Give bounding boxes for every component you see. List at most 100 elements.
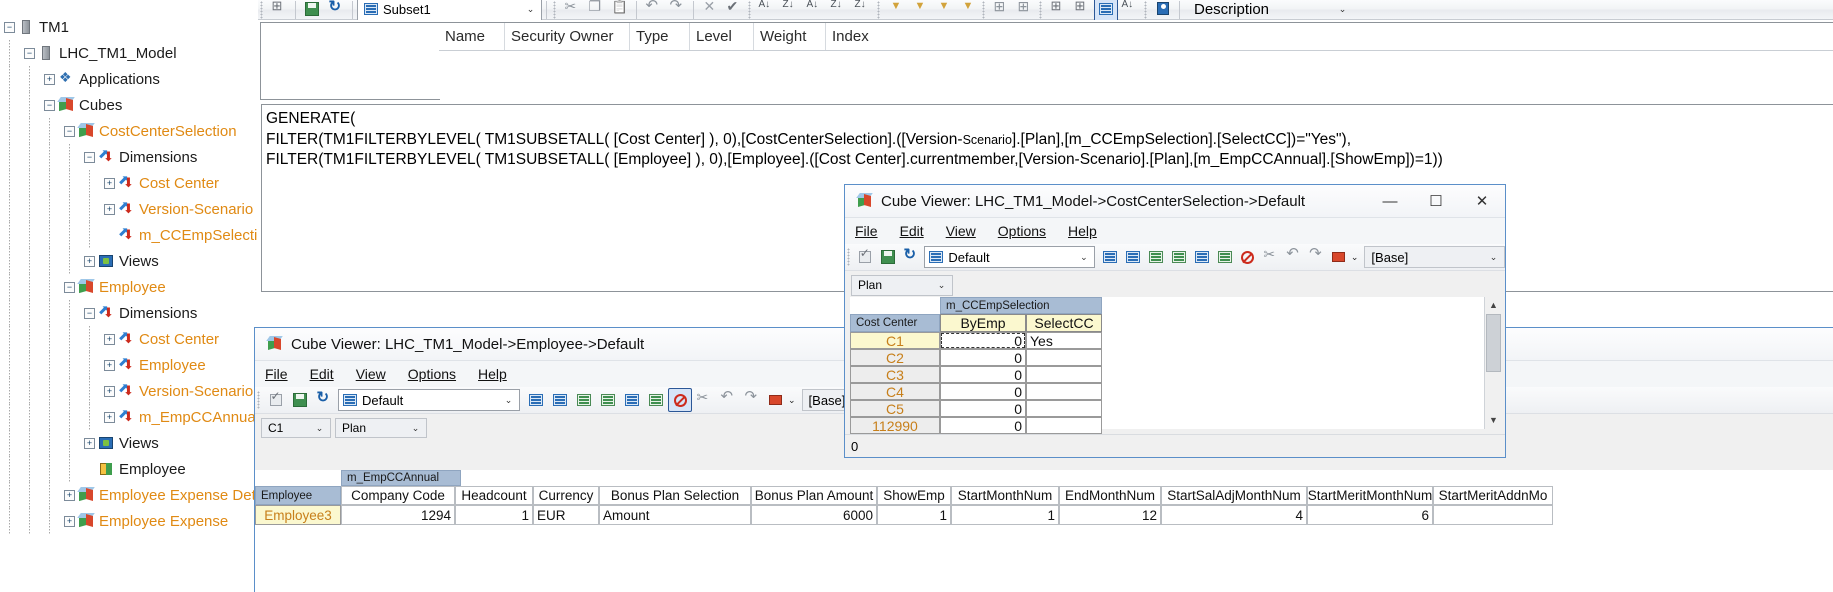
cube-viewer-costcenterselection-window[interactable]: Cube Viewer: LHC_TM1_Model->CostCenterSe… [845,185,1506,457]
grid-cell-byemp[interactable]: 0 [940,383,1026,400]
grid-column-header-bonus-plan-amount[interactable]: Bonus Plan Amount [751,486,877,505]
grid-cell[interactable]: 1 [951,505,1059,525]
redo-icon[interactable] [1305,245,1328,269]
grid-dimension-header[interactable]: m_EmpCCAnnual [341,470,461,486]
cube-viewer-cc-grid[interactable]: m_CCEmpSelection Cost Center ByEmp SelectCC… [850,297,1502,434]
grid-cell-byemp[interactable]: 0 [940,417,1026,434]
grid-row-header[interactable]: C5 [850,400,940,417]
cube-viewer-cc-context-bar[interactable]: Plan ⌄ [845,271,1505,299]
chevron-down-icon[interactable]: ⌄ [1351,252,1359,263]
chevron-down-icon[interactable]: ⌄ [1075,252,1092,263]
description-combo[interactable]: Description ⌄ [1188,0,1353,21]
menu-options[interactable]: Options [408,366,456,382]
dimension-browser-icon[interactable] [1099,245,1122,269]
grid-column-header-startmeritmonthnum[interactable]: StartMeritMonthNum [1307,486,1433,505]
security-icon[interactable] [1151,0,1175,22]
minimize-button[interactable]: — [1367,186,1413,217]
collapse-icon[interactable]: − [84,151,95,163]
chart-icon[interactable] [1328,245,1351,269]
view-name-combo[interactable]: Default ⌄ [338,389,520,411]
expand-icon[interactable]: + [64,515,75,527]
redo-icon[interactable] [740,388,764,412]
grid-cell[interactable]: 4 [1161,505,1307,525]
save-icon[interactable] [288,388,312,412]
recalculate-grid-icon[interactable] [1214,245,1237,269]
collapse-icon[interactable]: − [64,281,75,293]
view-name-combo[interactable]: Default ⌄ [924,246,1096,268]
context-version-combo[interactable]: Plan ⌄ [335,418,427,438]
grid-cell[interactable]: Amount [599,505,751,525]
expand-icon[interactable]: + [104,333,115,345]
subset-editor-icon[interactable] [1122,245,1145,269]
tree-item-cubes[interactable]: − Cubes [0,92,258,118]
confirm-icon[interactable] [722,0,746,22]
recalculate-icon[interactable] [264,388,288,412]
drill-icon[interactable] [692,388,716,412]
grid-column-header-selectcc[interactable]: SelectCC [1026,314,1102,332]
chart-icon[interactable] [764,388,788,412]
undo-icon[interactable] [1282,245,1305,269]
menu-file[interactable]: File [855,223,878,239]
column-header-index[interactable]: Index [826,23,896,50]
grid-row-header[interactable]: C2 [850,349,940,366]
tree-item-employee-expense-detail[interactable]: + Employee Expense Detail [0,482,258,508]
suppress-zeros-icon[interactable] [1237,245,1260,269]
refresh-icon[interactable] [324,0,348,22]
grid-cell-selectcc[interactable] [1026,366,1102,383]
menu-options[interactable]: Options [998,223,1046,239]
grid-column-header-bonus-plan-selection[interactable]: Bonus Plan Selection [599,486,751,505]
tree-item-employee[interactable]: − Employee [0,274,258,300]
grid-cell[interactable]: 6 [1307,505,1433,525]
chevron-down-icon[interactable]: ⌄ [1334,4,1351,15]
cube-viewer-employee-grid[interactable]: m_EmpCCAnnual Employee Company Code Headcou… [255,470,1833,592]
mdx-expression-text[interactable]: GENERATE( FILTER(TM1FILTERBYLEVEL( TM1SU… [262,105,1833,171]
recalculate-grid-icon[interactable] [644,388,668,412]
grid-row-header[interactable]: C1 [850,332,940,349]
tree-item-cost-center[interactable]: + Cost Center [0,326,258,352]
mdx-editor-icon[interactable] [1094,0,1118,22]
chevron-down-icon[interactable]: ⌄ [1485,252,1502,263]
expand-icon[interactable]: + [44,73,55,85]
copy-icon[interactable] [584,0,608,22]
tree-item-views[interactable]: + Views [0,248,258,274]
grid-row-header[interactable]: C3 [850,366,940,383]
tree-item-employee[interactable]: Employee [0,456,258,482]
scrollbar-thumb[interactable] [1486,314,1501,372]
undo-icon[interactable] [641,0,665,22]
drill-icon[interactable] [1259,245,1282,269]
filter-by-expression-icon[interactable] [932,0,956,22]
grid-cell-byemp[interactable]: 0 [940,400,1026,417]
tree-item-tm1[interactable]: − TM1 [0,14,258,40]
export-excel-icon[interactable] [572,388,596,412]
tree-item-m-empccannual[interactable]: + m_EmpCCAnnual [0,404,258,430]
object-tree[interactable]: −TM1−LHC_TM1_Model+Applications−Cubes−Co… [0,14,258,592]
subset-editor-icon[interactable] [548,388,572,412]
tree-item-version-scenario[interactable]: + Version-Scenario [0,378,258,404]
tree-item-m-ccempselection[interactable]: m_CCEmpSelection [0,222,258,248]
grid-cell[interactable]: EUR [533,505,599,525]
grid-cell[interactable]: 1 [877,505,951,525]
snapshot-icon[interactable] [1191,245,1214,269]
maximize-button[interactable]: ☐ [1413,186,1459,217]
chevron-down-icon[interactable]: ⌄ [311,423,328,434]
tree-item-applications[interactable]: + Applications [0,66,258,92]
close-button[interactable]: ✕ [1459,186,1505,217]
delete-icon[interactable] [698,0,722,22]
grid-cell[interactable]: 1 [455,505,533,525]
grid-column-header-endmonthnum[interactable]: EndMonthNum [1059,486,1161,505]
menu-help[interactable]: Help [1068,223,1097,239]
tree-item-version-scenario[interactable]: + Version-Scenario [0,196,258,222]
save-icon[interactable] [877,245,900,269]
recalculate-icon[interactable] [854,245,877,269]
subset-member-list[interactable] [260,22,440,100]
grid-column-header-company-code[interactable]: Company Code [341,486,455,505]
save-icon[interactable] [300,0,324,22]
grid-column-header-startsaladjmonthnum[interactable]: StartSalAdjMonthNum [1161,486,1307,505]
sort-index-descending-icon[interactable] [851,0,875,22]
suppress-zeros-icon[interactable] [668,388,692,412]
menu-edit[interactable]: Edit [310,366,334,382]
sort-ascending-icon[interactable] [755,0,779,22]
grid-row-header[interactable]: C4 [850,383,940,400]
expand-icon[interactable]: + [104,411,115,423]
expand-icon[interactable]: + [104,177,115,189]
